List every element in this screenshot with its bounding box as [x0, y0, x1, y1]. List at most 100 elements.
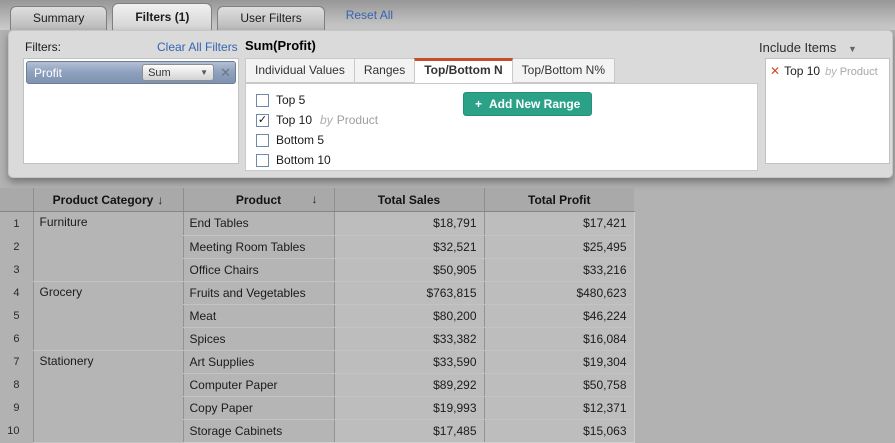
profit-cell: $25,495: [484, 235, 634, 258]
option-label: Bottom 10: [276, 153, 331, 167]
aggregation-dropdown[interactable]: Sum ▼: [142, 64, 214, 81]
top-bottom-n-content: Top 5 ✓ Top 10 by Product Bottom 5 Botto…: [245, 83, 758, 171]
row-number-header: [0, 188, 33, 212]
row-number: 5: [0, 304, 33, 327]
aggregation-value: Sum: [148, 67, 171, 79]
option-row-top-10[interactable]: ✓ Top 10 by Product: [256, 112, 378, 128]
remove-item-icon[interactable]: ✕: [770, 64, 780, 78]
product-cell: Meeting Room Tables: [183, 235, 334, 258]
product-cell: Computer Paper: [183, 373, 334, 396]
included-item-top-10: ✕ Top 10 by Product: [770, 64, 885, 78]
column-header-product-category[interactable]: Product Category↓: [33, 188, 183, 212]
option-by-value: Product: [337, 113, 378, 127]
table-row: 1 Furniture End Tables $18,791 $17,421: [0, 212, 634, 236]
option-row-top-5[interactable]: Top 5: [256, 92, 305, 108]
sales-cell: $18,791: [334, 212, 484, 236]
included-item-by-value: Product: [840, 66, 878, 78]
row-number: 8: [0, 373, 33, 396]
product-cell: End Tables: [183, 212, 334, 236]
product-cell: Copy Paper: [183, 396, 334, 419]
sales-cell: $32,521: [334, 235, 484, 258]
chevron-down-icon: ▼: [848, 44, 857, 54]
filter-pill-profit[interactable]: Profit Sum ▼ ✕: [26, 61, 236, 84]
add-new-range-button[interactable]: + Add New Range: [463, 92, 592, 116]
include-items-dropdown[interactable]: Include Items ▼: [759, 40, 857, 55]
row-number: 1: [0, 212, 33, 236]
column-header-label: Total Profit: [528, 193, 590, 207]
product-cell: Art Supplies: [183, 350, 334, 373]
product-cell: Meat: [183, 304, 334, 327]
filters-label: Filters:: [25, 40, 61, 54]
option-row-bottom-10[interactable]: Bottom 10: [256, 152, 331, 168]
row-number: 3: [0, 258, 33, 281]
product-cell: Fruits and Vegetables: [183, 281, 334, 304]
option-checkbox-0[interactable]: [256, 94, 269, 107]
category-cell: Furniture: [33, 212, 183, 282]
sales-cell: $19,993: [334, 396, 484, 419]
category-cell: Stationery: [33, 350, 183, 442]
column-header-total-profit[interactable]: Total Profit: [484, 188, 634, 212]
profit-cell: $480,623: [484, 281, 634, 304]
remove-filter-icon[interactable]: ✕: [220, 65, 231, 81]
option-label: Top 10: [276, 113, 312, 127]
option-checkbox-1[interactable]: ✓: [256, 114, 269, 127]
sort-desc-icon[interactable]: ↓: [157, 193, 163, 207]
profit-cell: $19,304: [484, 350, 634, 373]
product-cell: Spices: [183, 327, 334, 350]
sales-cell: $80,200: [334, 304, 484, 327]
option-checkbox-3[interactable]: [256, 154, 269, 167]
profit-cell: $17,421: [484, 212, 634, 236]
column-header-total-sales[interactable]: Total Sales: [334, 188, 484, 212]
filter-list: Profit Sum ▼ ✕: [23, 58, 239, 164]
category-cell: Grocery: [33, 281, 183, 350]
sales-cell: $33,382: [334, 327, 484, 350]
tab-user-filters[interactable]: User Filters: [217, 6, 324, 30]
include-items-label: Include Items: [759, 40, 836, 55]
row-number: 9: [0, 396, 33, 419]
tab-summary[interactable]: Summary: [10, 6, 107, 30]
tab-top-bottom-n-pct[interactable]: Top/Bottom N%: [512, 58, 615, 83]
worksheet-tab-bar: Summary Filters (1) User Filters Reset A…: [0, 0, 895, 30]
row-number: 6: [0, 327, 33, 350]
table-header-row: Product Category↓ Product↓ Total Sales T…: [0, 188, 634, 212]
option-row-bottom-5[interactable]: Bottom 5: [256, 132, 324, 148]
included-items-list: ✕ Top 10 by Product: [765, 58, 890, 164]
tab-ranges[interactable]: Ranges: [354, 58, 415, 83]
row-number: 4: [0, 281, 33, 304]
filter-pill-field: Profit: [34, 66, 142, 80]
reset-all-link[interactable]: Reset All: [346, 8, 393, 22]
filter-panel: Filters: Clear All Filters Profit Sum ▼ …: [8, 30, 893, 178]
sort-desc-icon[interactable]: ↓: [312, 192, 318, 206]
included-item-label: Top 10: [784, 64, 820, 78]
table-row: 4 Grocery Fruits and Vegetables $763,815…: [0, 281, 634, 304]
included-item-by-label: by: [825, 66, 837, 78]
tab-individual-values[interactable]: Individual Values: [245, 58, 355, 83]
table-row: 7 Stationery Art Supplies $33,590 $19,30…: [0, 350, 634, 373]
column-header-label: Total Sales: [378, 193, 440, 207]
sales-cell: $763,815: [334, 281, 484, 304]
row-number: 10: [0, 419, 33, 442]
option-label: Bottom 5: [276, 133, 324, 147]
profit-cell: $33,216: [484, 258, 634, 281]
tab-top-bottom-n[interactable]: Top/Bottom N: [414, 58, 512, 83]
row-number: 7: [0, 350, 33, 373]
option-label: Top 5: [276, 93, 305, 107]
profit-cell: $16,084: [484, 327, 634, 350]
column-header-product[interactable]: Product↓: [183, 188, 334, 212]
clear-all-filters-link[interactable]: Clear All Filters: [157, 40, 238, 54]
sales-cell: $33,590: [334, 350, 484, 373]
product-cell: Office Chairs: [183, 258, 334, 281]
profit-cell: $12,371: [484, 396, 634, 419]
row-number: 2: [0, 235, 33, 258]
sales-cell: $89,292: [334, 373, 484, 396]
add-new-range-label: Add New Range: [489, 97, 580, 111]
product-cell: Storage Cabinets: [183, 419, 334, 442]
tab-filters[interactable]: Filters (1): [112, 3, 212, 30]
plus-icon: +: [475, 97, 482, 111]
profit-cell: $15,063: [484, 419, 634, 442]
option-by-label: by: [320, 113, 333, 127]
filter-detail-title: Sum(Profit): [245, 38, 316, 53]
profit-cell: $46,224: [484, 304, 634, 327]
chevron-down-icon: ▼: [200, 68, 208, 77]
option-checkbox-2[interactable]: [256, 134, 269, 147]
